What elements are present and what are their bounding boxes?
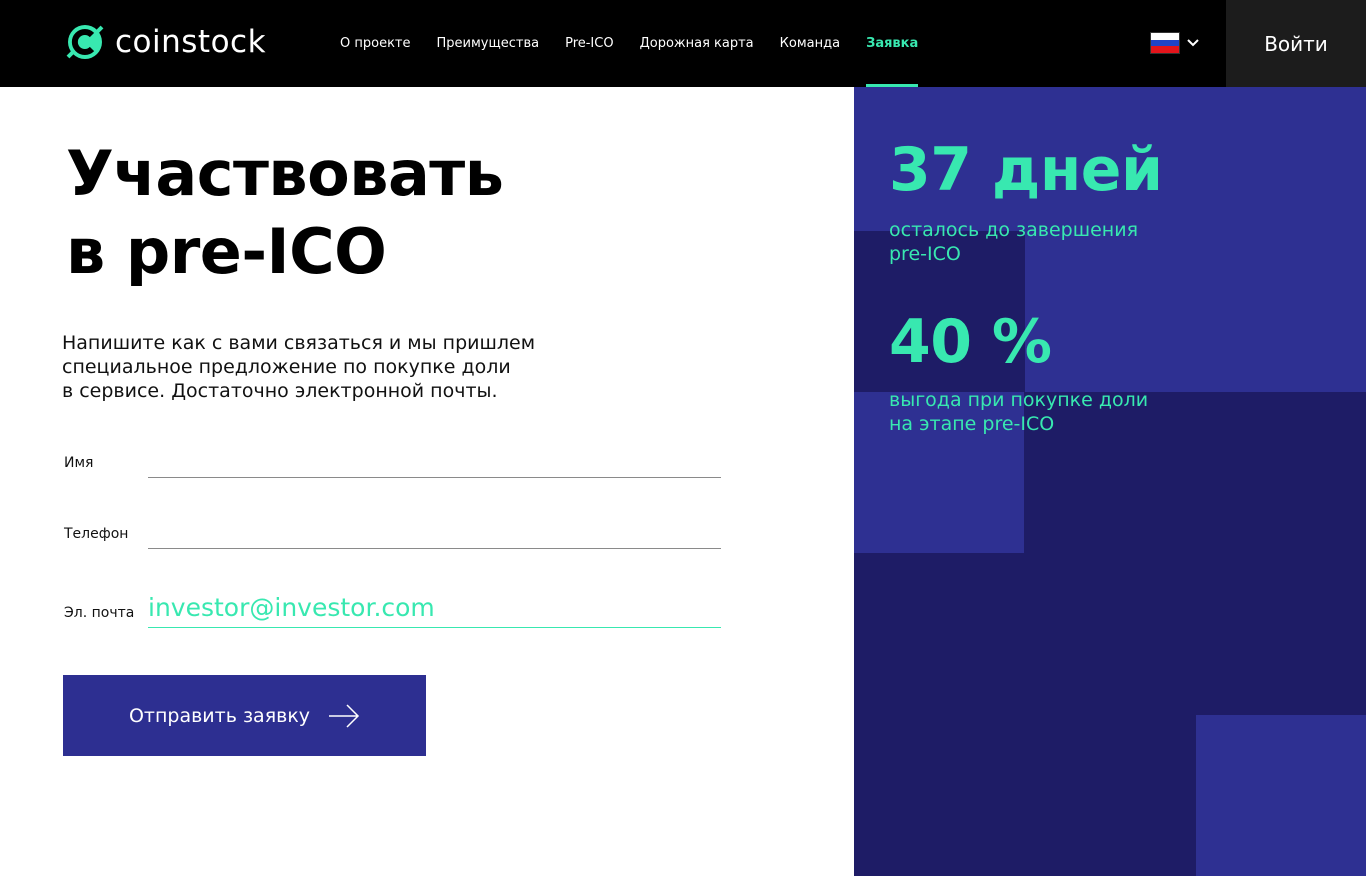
stat-days-caption-line2: pre-ICO — [889, 243, 961, 265]
decor-tile — [854, 554, 1024, 714]
nav-item-pre-ico[interactable]: Pre-ICO — [565, 0, 614, 87]
main-nav: О проекте Преимущества Pre-ICO Дорожная … — [340, 0, 944, 87]
nav-item-team[interactable]: Команда — [780, 0, 840, 87]
decor-tile — [1025, 554, 1195, 714]
decor-tile — [1196, 392, 1366, 553]
nav-item-about[interactable]: О проекте — [340, 0, 411, 87]
stat-discount-caption-line1: выгода при покупке доли — [889, 389, 1149, 411]
email-input[interactable] — [148, 588, 721, 628]
decor-tile — [1025, 715, 1195, 876]
login-button[interactable]: Войти — [1226, 0, 1366, 87]
page-title-line2: в pre-ICO — [66, 215, 387, 288]
description-line1: Напишите как с вами связаться и мы пришл… — [62, 332, 536, 354]
page-title-line1: Участвовать — [66, 137, 504, 210]
name-input[interactable] — [148, 445, 721, 478]
site-header: coinstock О проекте Преимущества Pre-ICO… — [0, 0, 1366, 87]
russia-flag-icon — [1150, 32, 1180, 54]
stat-discount-number: 40 % — [889, 307, 1052, 377]
nav-item-roadmap[interactable]: Дорожная карта — [640, 0, 754, 87]
stat-discount-caption-line2: на этапе pre-ICO — [889, 413, 1055, 435]
description-line2: специальное предложение по покупке доли — [62, 356, 511, 378]
language-selector[interactable] — [1150, 32, 1200, 54]
description: Напишите как с вами связаться и мы пришл… — [62, 331, 582, 403]
nav-item-advantages[interactable]: Преимущества — [437, 0, 540, 87]
submit-button-label: Отправить заявку — [128, 704, 311, 727]
logo-text: coinstock — [115, 24, 267, 60]
logo[interactable]: coinstock — [66, 22, 266, 62]
decor-tile — [1196, 554, 1366, 714]
stat-discount-caption: выгода при покупке доли на этапе pre-ICO — [889, 388, 1189, 436]
phone-input[interactable] — [148, 516, 721, 549]
stat-days-number: 37 дней — [889, 135, 1163, 205]
coinstock-logo-icon — [66, 25, 104, 59]
email-label: Эл. почта — [64, 605, 135, 621]
arrow-right-icon — [329, 703, 360, 728]
stat-days-caption-line1: осталось до завершения — [889, 219, 1139, 241]
email-row: Эл. почта — [64, 588, 721, 629]
decor-tile — [854, 715, 1024, 876]
nav-item-application[interactable]: Заявка — [866, 0, 919, 87]
stats-panel: 37 дней осталось до завершения pre-ICO 4… — [854, 87, 1366, 876]
submit-button[interactable]: Отправить заявку — [63, 675, 426, 756]
phone-label: Телефон — [64, 526, 129, 542]
decor-tile — [1196, 715, 1366, 876]
stat-days-caption: осталось до завершения pre-ICO — [889, 218, 1189, 266]
name-row: Имя — [64, 445, 721, 479]
name-label: Имя — [64, 455, 94, 471]
phone-row: Телефон — [64, 516, 721, 550]
chevron-down-icon — [1187, 39, 1199, 47]
page-title: Участвовать в pre-ICO — [66, 135, 504, 291]
description-line3: в сервисе. Достаточно электронной почты. — [62, 380, 498, 402]
